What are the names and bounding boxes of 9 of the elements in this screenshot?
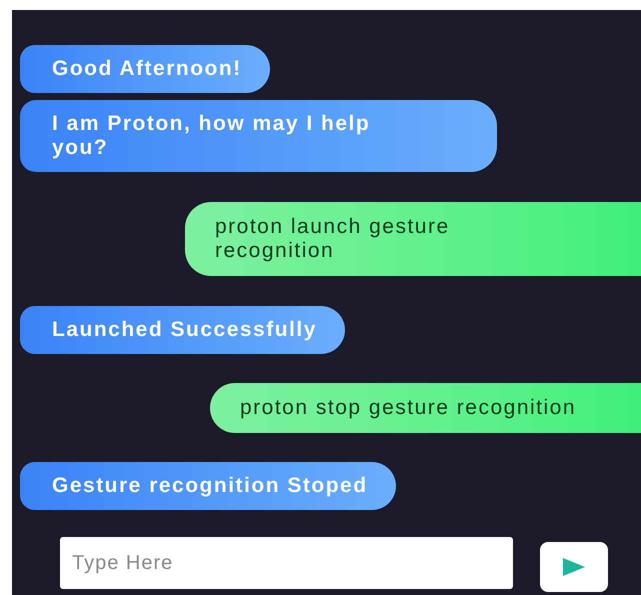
user-message: proton stop gesture recognition <box>210 383 641 433</box>
user-message: proton launch gesture recognition <box>185 202 641 276</box>
bot-message: I am Proton, how may I help you? <box>20 100 497 172</box>
bot-message: Launched Successfully <box>20 306 345 354</box>
bot-message: Gesture recognition Stoped <box>20 462 396 510</box>
send-button[interactable] <box>540 542 608 592</box>
bot-message: Good Afternoon! <box>20 45 270 93</box>
send-icon <box>563 558 585 576</box>
message-input[interactable]: Type Here <box>60 537 513 589</box>
